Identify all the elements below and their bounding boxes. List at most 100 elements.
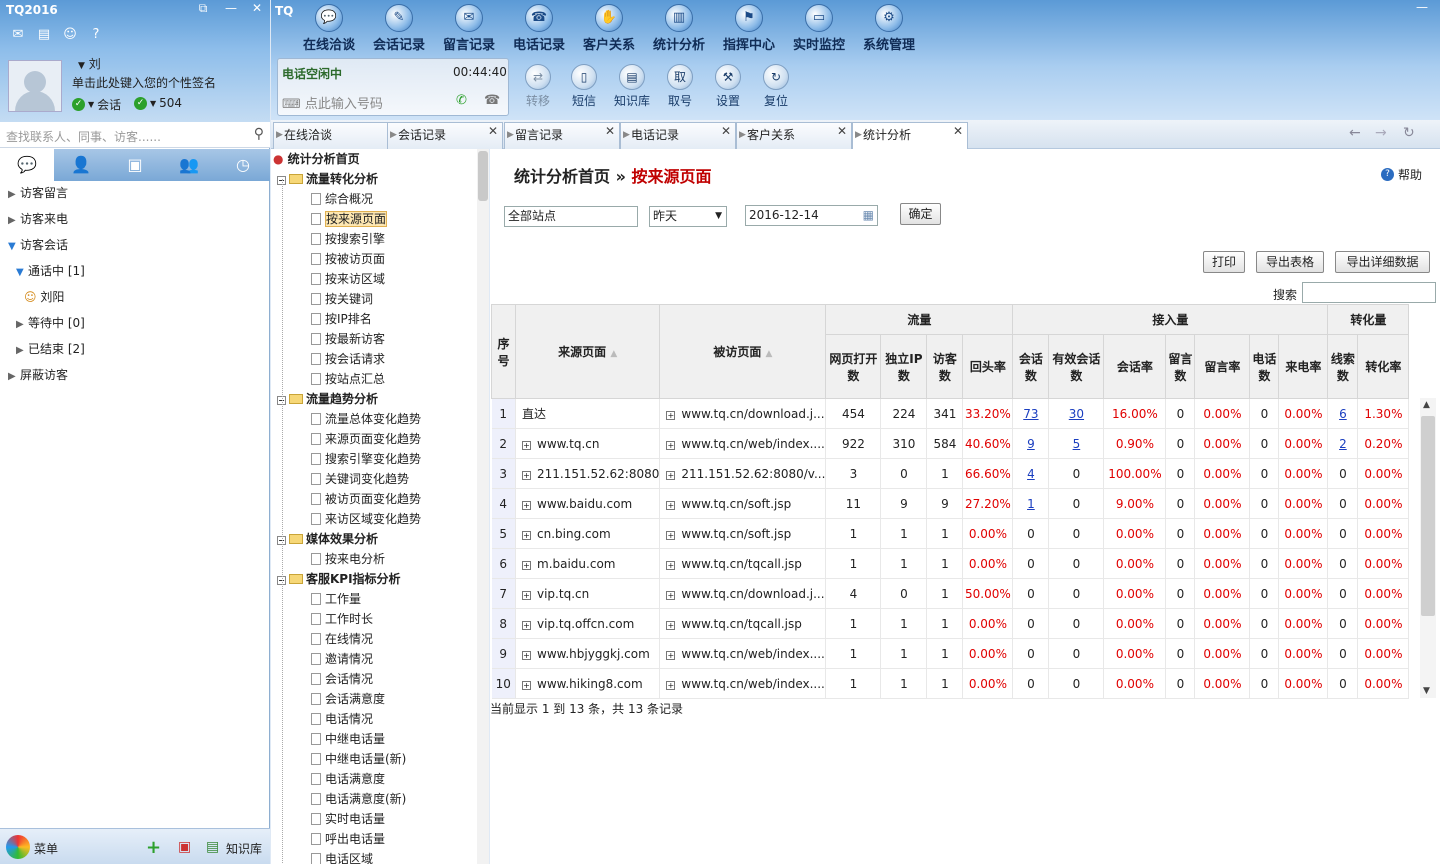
- tree-visitor-call[interactable]: ▶ 访客来电: [8, 206, 278, 232]
- tree-item[interactable]: 流量总体变化趋势: [311, 409, 421, 429]
- print-button[interactable]: 打印: [1203, 251, 1245, 273]
- tab-close-icon[interactable]: ✕: [721, 119, 731, 143]
- help-icon[interactable]: ?: [88, 28, 104, 42]
- forward-icon[interactable]: →: [1375, 125, 1387, 141]
- history-tab-icon[interactable]: ◷: [216, 149, 270, 181]
- tool-transfer[interactable]: ⇄ 转移: [516, 64, 560, 109]
- tool-settings[interactable]: ⚒ 设置: [706, 64, 750, 109]
- tree-item[interactable]: 按会话请求: [311, 349, 385, 369]
- tree-item[interactable]: 工作时长: [311, 609, 373, 629]
- export-button[interactable]: 导出表格: [1256, 251, 1324, 273]
- nav-system-admin[interactable]: ⚙ 系统管理: [854, 4, 924, 53]
- tree-item[interactable]: 关键词变化趋势: [311, 469, 409, 489]
- chat-tab-icon[interactable]: 💬: [0, 149, 54, 181]
- search-icon[interactable]: ⚲: [254, 126, 264, 142]
- tree-visitor-message[interactable]: ▶ 访客留言: [8, 180, 278, 206]
- tab-phone-record[interactable]: ▶ 电话记录 ✕: [620, 122, 736, 149]
- table-row[interactable]: 5 + cn.bing.com + www.tq.cn/soft.jsp 1 1 1 0.00%…: [491, 518, 1410, 549]
- tree-item[interactable]: 在线情况: [311, 629, 373, 649]
- col-pageviews[interactable]: 网页打开数: [825, 334, 882, 399]
- search-input[interactable]: 查找联系人、同事、访客......: [6, 128, 161, 145]
- nav-online-chat[interactable]: 💬 在线洽谈: [294, 4, 364, 53]
- table-row[interactable]: 7 + vip.tq.cn + www.tq.cn/download.j... 4 0 1 50…: [491, 578, 1410, 609]
- expand-icon[interactable]: +: [666, 680, 676, 690]
- dial-icon[interactable]: ✆: [456, 93, 467, 108]
- close-icon[interactable]: ✕: [246, 0, 268, 18]
- col-sessions[interactable]: 会话数: [1012, 334, 1050, 399]
- table-row[interactable]: 3 +211.151.52.62:8080 +211.151.52.62:8080/…: [491, 458, 1410, 489]
- expand-icon[interactable]: +: [666, 410, 676, 420]
- restore-icon[interactable]: ⧉: [192, 0, 214, 18]
- tree-item[interactable]: 呼出电话量: [311, 829, 385, 849]
- tree-waiting[interactable]: ▶ 等待中 [0]: [16, 310, 286, 336]
- user-icon[interactable]: ☺: [62, 28, 78, 42]
- table-search-input[interactable]: [1302, 282, 1436, 303]
- tree-item[interactable]: 综合概况: [311, 189, 373, 209]
- tab-close-icon[interactable]: ✕: [488, 119, 498, 143]
- status-session[interactable]: ✓ ▼ 会话: [72, 96, 121, 113]
- tree-scroll-thumb[interactable]: [478, 151, 488, 201]
- help-link[interactable]: ? 帮助: [1381, 166, 1422, 183]
- tree-group-4[interactable]: − 客服KPI指标分析: [277, 569, 401, 589]
- tree-item[interactable]: 电话满意度(新): [311, 789, 406, 809]
- tree-item[interactable]: 按来源页面: [311, 209, 388, 229]
- table-row[interactable]: 4 + www.baidu.com + www.tq.cn/soft.jsp 11 9 9 27…: [491, 488, 1410, 519]
- tree-item[interactable]: 电话区域: [311, 849, 373, 864]
- status-count[interactable]: ✓ ▼ 504: [134, 96, 182, 110]
- count-link[interactable]: 2: [1339, 437, 1347, 451]
- tree-item[interactable]: 按来访区域: [311, 269, 385, 289]
- table-scrollbar[interactable]: ▲ ▼: [1420, 398, 1436, 698]
- expand-icon[interactable]: +: [666, 500, 676, 510]
- tree-visitor-session[interactable]: ▼ 访客会话: [8, 232, 278, 258]
- expand-icon[interactable]: +: [522, 590, 531, 600]
- tree-item[interactable]: 实时电话量: [311, 809, 385, 829]
- tab-session-record[interactable]: ▶ 会话记录 ✕: [387, 122, 503, 149]
- table-row[interactable]: 6 + m.baidu.com + www.tq.cn/tqcall.jsp 1 1 1 0.0…: [491, 548, 1410, 579]
- tab-statistics[interactable]: ▶ 统计分析 ✕: [852, 122, 968, 149]
- col-source[interactable]: 来源页面 ▲: [514, 304, 661, 399]
- tree-item[interactable]: 中继电话量: [311, 729, 385, 749]
- expand-icon[interactable]: +: [666, 530, 676, 540]
- tree-item[interactable]: 来源页面变化趋势: [311, 429, 421, 449]
- col-conversion-rate[interactable]: 转化率: [1357, 334, 1410, 399]
- tree-group-1[interactable]: − 流量转化分析: [277, 169, 378, 189]
- nav-statistics[interactable]: ▥ 统计分析: [644, 4, 714, 53]
- phone-number-input[interactable]: ⌨ 点此输入号码: [282, 93, 383, 112]
- col-visited[interactable]: 被访页面 ▲: [659, 304, 827, 399]
- tree-item[interactable]: 搜索引擎变化趋势: [311, 449, 421, 469]
- back-icon[interactable]: ←: [1349, 125, 1361, 141]
- tab-close-icon[interactable]: ✕: [837, 119, 847, 143]
- count-link[interactable]: 30: [1069, 407, 1084, 421]
- tree-group-3[interactable]: − 媒体效果分析: [277, 529, 378, 549]
- expand-icon[interactable]: +: [522, 500, 531, 510]
- export-detail-button[interactable]: 导出详细数据: [1335, 251, 1430, 273]
- tree-scrollbar[interactable]: [477, 149, 489, 864]
- tree-item[interactable]: 被访页面变化趋势: [311, 489, 421, 509]
- card-tab-icon[interactable]: ▣: [108, 149, 162, 181]
- col-messages[interactable]: 留言数: [1165, 334, 1196, 399]
- expand-icon[interactable]: +: [666, 620, 676, 630]
- confirm-button[interactable]: 确定: [900, 203, 941, 225]
- col-unique-ip[interactable]: 独立IP数: [880, 334, 928, 399]
- nav-command-center[interactable]: ⚑ 指挥中心: [714, 4, 784, 53]
- tree-item[interactable]: 电话满意度: [311, 769, 385, 789]
- tree-item[interactable]: 按关键词: [311, 289, 373, 309]
- minimize-icon[interactable]: —: [220, 0, 242, 18]
- tree-item[interactable]: 会话情况: [311, 669, 373, 689]
- tree-item[interactable]: 按最新访客: [311, 329, 385, 349]
- tree-in-call[interactable]: ▼ 通话中 [1]: [16, 258, 286, 284]
- menu-icon[interactable]: [6, 835, 30, 859]
- message-icon[interactable]: ▣: [178, 839, 191, 855]
- tree-item[interactable]: 来访区域变化趋势: [311, 509, 421, 529]
- tree-item[interactable]: 按搜索引擎: [311, 229, 385, 249]
- table-row[interactable]: 2 + www.tq.cn + www.tq.cn/web/index.... 922 31…: [491, 428, 1410, 459]
- table-row[interactable]: 8 + vip.tq.offcn.com + www.tq.cn/tqcall.jsp 1…: [491, 608, 1410, 639]
- kb-button[interactable]: 知识库: [226, 840, 262, 857]
- col-session-rate[interactable]: 会话率: [1103, 334, 1167, 399]
- group-tab-icon[interactable]: 👥: [162, 149, 216, 181]
- col-leads[interactable]: 线索数: [1327, 334, 1359, 399]
- table-row[interactable]: 1 直达 + www.tq.cn/download.j... 454 224 341 33.2…: [491, 398, 1410, 429]
- expand-icon[interactable]: +: [522, 620, 531, 630]
- table-scroll-thumb[interactable]: [1421, 416, 1435, 616]
- expand-icon[interactable]: +: [522, 680, 531, 690]
